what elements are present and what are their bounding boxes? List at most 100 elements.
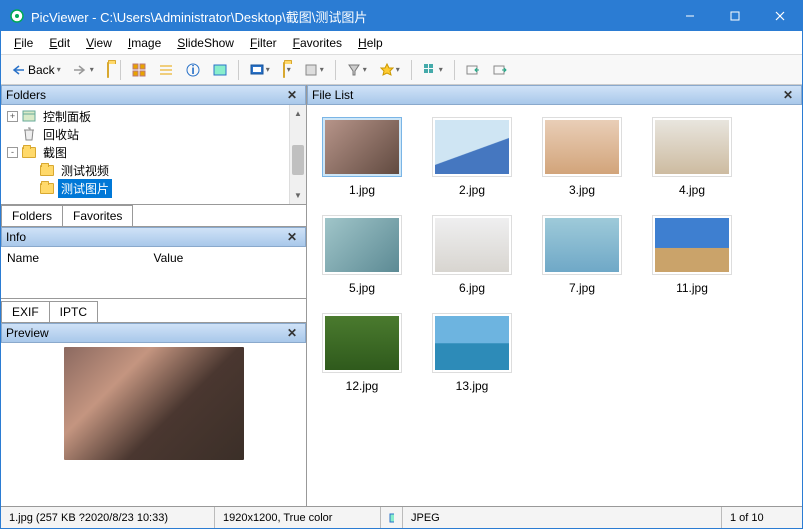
filter-button[interactable]: ▾ — [342, 59, 372, 81]
menu-file[interactable]: File — [7, 33, 40, 53]
funnel-icon — [347, 63, 361, 77]
menu-edit[interactable]: Edit — [42, 33, 77, 53]
tree-node-label: 控制面板 — [40, 107, 94, 126]
view-mode-button[interactable]: ▾ — [418, 59, 448, 81]
up-folder-button[interactable] — [102, 59, 114, 81]
file-list[interactable]: 1.jpg 2.jpg 3.jpg 4.jpg 5.jpg 6.jpg 7.jpg 11.jp… — [307, 105, 802, 506]
menu-bar: FileEditViewImageSlideShowFilterFavorite… — [1, 31, 802, 55]
file-thumbnail[interactable]: 13.jpg — [429, 313, 515, 393]
separator — [411, 60, 412, 80]
thumbnail-label: 2.jpg — [459, 183, 485, 197]
chevron-down-icon: ▾ — [439, 65, 443, 74]
tab-favorites[interactable]: Favorites — [62, 205, 133, 226]
info-panel-close-icon[interactable]: ✕ — [283, 230, 301, 244]
folders-panel-header: Folders ✕ — [1, 85, 306, 105]
meta-tabs: EXIF IPTC — [1, 299, 306, 323]
left-pane: Folders ✕ + 控制面板回收站-截图测试视频测试图片 ▲ ▼ Folder… — [1, 85, 307, 506]
menu-slideshow[interactable]: SlideShow — [170, 33, 241, 53]
bin-icon — [21, 127, 37, 141]
tree-node-label: 测试图片 — [58, 179, 112, 198]
tree-scrollbar[interactable]: ▲ ▼ — [289, 105, 306, 204]
separator — [454, 60, 455, 80]
grid-icon — [132, 63, 146, 77]
file-thumbnail[interactable]: 6.jpg — [429, 215, 515, 295]
thumbnail-box — [322, 117, 402, 177]
scroll-up-icon[interactable]: ▲ — [290, 105, 306, 122]
tab-exif[interactable]: EXIF — [1, 301, 50, 322]
export-button[interactable] — [488, 59, 512, 81]
menu-view[interactable]: View — [79, 33, 119, 53]
folder-tree[interactable]: + 控制面板回收站-截图测试视频测试图片 ▲ ▼ — [1, 105, 306, 205]
tab-folders[interactable]: Folders — [1, 205, 63, 226]
thumbnail-box — [652, 215, 732, 275]
filelist-panel-close-icon[interactable]: ✕ — [779, 88, 797, 102]
thumbnail-box — [322, 215, 402, 275]
menu-filter[interactable]: Filter — [243, 33, 284, 53]
thumbnails-view-button[interactable] — [127, 59, 151, 81]
favorites-button[interactable]: ▾ — [375, 59, 405, 81]
thumbnail-label: 7.jpg — [569, 281, 595, 295]
left-tabs: Folders Favorites — [1, 205, 306, 227]
app-icon — [9, 8, 25, 24]
file-thumbnail[interactable]: 5.jpg — [319, 215, 405, 295]
menu-help[interactable]: Help — [351, 33, 390, 53]
folder-up-icon — [107, 63, 109, 77]
folders-panel-close-icon[interactable]: ✕ — [283, 88, 301, 102]
back-label: Back — [28, 63, 55, 77]
main-area: Folders ✕ + 控制面板回收站-截图测试视频测试图片 ▲ ▼ Folder… — [1, 85, 802, 506]
preview-panel-close-icon[interactable]: ✕ — [283, 326, 301, 340]
thumbnail-label: 12.jpg — [346, 379, 379, 393]
minimize-button[interactable] — [667, 1, 712, 31]
tree-node[interactable]: + 控制面板 — [3, 107, 304, 125]
thumbnail-box — [432, 313, 512, 373]
thumbnail-box — [652, 117, 732, 177]
tree-expander-icon[interactable]: + — [7, 111, 18, 122]
info-panel-title: Info — [6, 230, 283, 244]
preview-toggle-button[interactable] — [208, 59, 232, 81]
fullscreen-button[interactable]: ▾ — [245, 59, 275, 81]
thumbnail-label: 1.jpg — [349, 183, 375, 197]
tree-node[interactable]: 测试视频 — [3, 161, 304, 179]
folder-icon — [39, 163, 55, 177]
file-thumbnail[interactable]: 3.jpg — [539, 117, 625, 197]
back-button[interactable]: Back ▾ — [7, 59, 66, 81]
preview-panel-title: Preview — [6, 326, 283, 340]
file-thumbnail[interactable]: 4.jpg — [649, 117, 735, 197]
preview-panel-header: Preview ✕ — [1, 323, 306, 343]
status-file-info: 1.jpg (257 KB ?2020/8/23 10:33) — [1, 507, 215, 528]
scroll-thumb[interactable] — [292, 145, 304, 175]
chevron-down-icon: ▾ — [396, 65, 400, 74]
scroll-down-icon[interactable]: ▼ — [290, 187, 306, 204]
file-thumbnail[interactable]: 7.jpg — [539, 215, 625, 295]
chevron-down-icon: ▾ — [57, 65, 61, 74]
file-thumbnail[interactable]: 2.jpg — [429, 117, 515, 197]
tab-iptc[interactable]: IPTC — [49, 301, 98, 322]
file-thumbnail[interactable]: 1.jpg — [319, 117, 405, 197]
title-bar: PicViewer - C:\Users\Administrator\Deskt… — [1, 1, 802, 31]
folder-icon — [21, 145, 37, 159]
tree-expander-icon[interactable]: - — [7, 147, 18, 158]
menu-image[interactable]: Image — [121, 33, 168, 53]
import-button[interactable] — [461, 59, 485, 81]
list-view-button[interactable] — [154, 59, 178, 81]
open-button[interactable]: ▾ — [278, 59, 296, 81]
filelist-panel-title: File List — [312, 88, 779, 102]
settings-button[interactable]: ▾ — [299, 59, 329, 81]
maximize-button[interactable] — [712, 1, 757, 31]
thumbnail-image — [435, 120, 509, 174]
thumbnail-image — [545, 218, 619, 272]
menu-favorites[interactable]: Favorites — [286, 33, 349, 53]
info-button[interactable]: i — [181, 59, 205, 81]
file-thumbnail[interactable]: 11.jpg — [649, 215, 735, 295]
file-thumbnail[interactable]: 12.jpg — [319, 313, 405, 393]
tree-node-label: 测试视频 — [58, 161, 112, 180]
tree-node[interactable]: -截图 — [3, 143, 304, 161]
close-button[interactable] — [757, 1, 802, 31]
forward-button[interactable]: ▾ — [69, 60, 99, 80]
filelist-panel-header: File List ✕ — [307, 85, 802, 105]
tree-node[interactable]: 回收站 — [3, 125, 304, 143]
screen-icon — [250, 63, 264, 77]
tree-node[interactable]: 测试图片 — [3, 179, 304, 197]
export-icon — [493, 63, 507, 77]
thumbs-icon — [423, 63, 437, 77]
